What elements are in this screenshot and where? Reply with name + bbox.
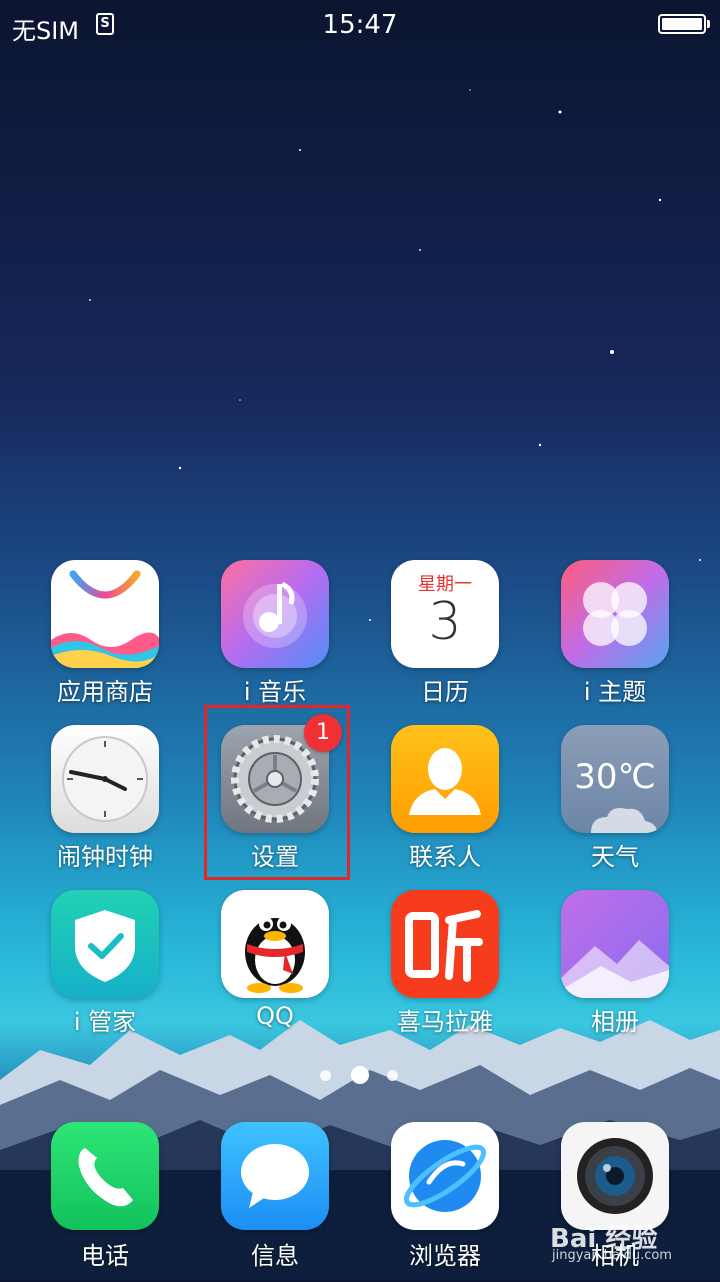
- calendar-icon: 星期一 3: [391, 560, 499, 668]
- app-store-icon: [51, 560, 159, 668]
- app-label: 电话: [81, 1242, 129, 1270]
- page-indicator[interactable]: [0, 1066, 720, 1086]
- qq-penguin-icon: [221, 890, 329, 998]
- status-bar: 无SIM S 15:47: [0, 0, 720, 52]
- app-weather[interactable]: 30℃ 天气: [530, 725, 700, 885]
- theme-icon: [561, 560, 669, 668]
- app-theme[interactable]: i 主题: [530, 560, 700, 720]
- page-dot[interactable]: [387, 1070, 398, 1081]
- app-label: 天气: [591, 843, 639, 871]
- app-manager[interactable]: i 管家: [20, 890, 190, 1050]
- app-label: 浏览器: [409, 1242, 481, 1270]
- app-label: i 音乐: [243, 678, 307, 706]
- app-label: i 主题: [583, 678, 647, 706]
- app-label: 喜马拉雅: [397, 1008, 493, 1036]
- app-appstore[interactable]: 应用商店: [20, 560, 190, 720]
- app-label: 应用商店: [57, 678, 153, 706]
- annotation-highlight-box: [204, 705, 350, 880]
- contacts-icon: [391, 725, 499, 833]
- app-label: QQ: [256, 1002, 294, 1030]
- dock-phone[interactable]: 电话: [20, 1122, 190, 1282]
- app-label: 联系人: [409, 843, 481, 871]
- clock-icon: [51, 725, 159, 833]
- app-contacts[interactable]: 联系人: [360, 725, 530, 885]
- camera-icon: [561, 1122, 669, 1230]
- ximalaya-icon: [391, 890, 499, 998]
- app-clock[interactable]: 闹钟时钟: [20, 725, 190, 885]
- calendar-day: 3: [428, 592, 462, 652]
- phone-icon: [51, 1122, 159, 1230]
- app-label: i 管家: [73, 1008, 137, 1036]
- watermark-url: jingyan.baidu.com: [552, 1248, 672, 1263]
- music-icon: [221, 560, 329, 668]
- shield-icon: [51, 890, 159, 998]
- app-label: 日历: [421, 678, 469, 706]
- battery-icon: [658, 14, 710, 34]
- battery-level: [662, 18, 702, 30]
- weather-icon: 30℃: [561, 725, 669, 833]
- app-label: 闹钟时钟: [57, 843, 153, 871]
- app-label: 相册: [591, 1008, 639, 1036]
- app-qq[interactable]: QQ: [190, 890, 360, 1050]
- gallery-icon: [561, 890, 669, 998]
- dock-messages[interactable]: 信息: [190, 1122, 360, 1282]
- app-calendar[interactable]: 星期一 3 日历: [360, 560, 530, 720]
- app-music[interactable]: i 音乐: [190, 560, 360, 720]
- page-dot[interactable]: [320, 1070, 331, 1081]
- page-dot-current[interactable]: [351, 1066, 369, 1084]
- message-icon: [221, 1122, 329, 1230]
- app-label: 信息: [251, 1242, 299, 1270]
- dock-browser[interactable]: 浏览器: [360, 1122, 530, 1282]
- status-time: 15:47: [322, 10, 398, 40]
- app-ximalaya[interactable]: 喜马拉雅: [360, 890, 530, 1050]
- app-gallery[interactable]: 相册: [530, 890, 700, 1050]
- browser-icon: [391, 1122, 499, 1230]
